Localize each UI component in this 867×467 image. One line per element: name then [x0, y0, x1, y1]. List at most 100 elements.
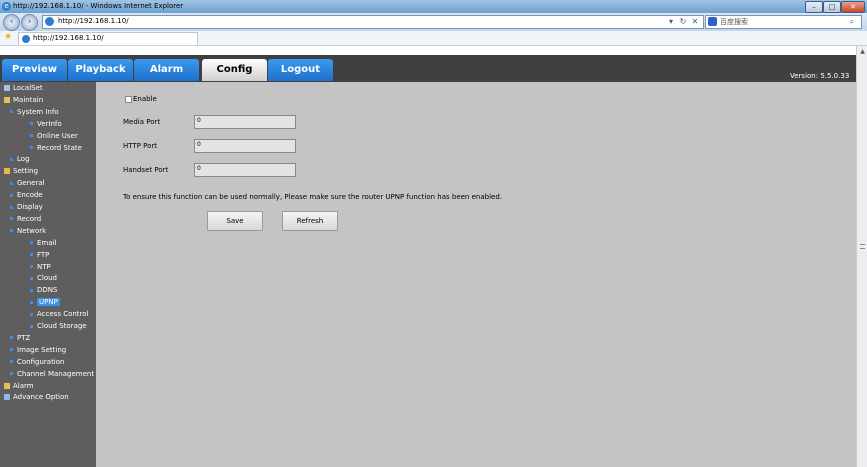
http-port-input[interactable]: 0	[194, 139, 296, 153]
enable-label: Enable	[133, 95, 157, 103]
sidebar-item-channel-management[interactable]: Channel Management	[10, 369, 94, 380]
sidebar-item-label: Access Control	[37, 310, 89, 319]
scroll-up-arrow-icon[interactable]: ▲	[857, 48, 867, 56]
search-input[interactable]: 百度搜索 ⌕	[705, 15, 862, 29]
sidebar-item-label: DDNS	[37, 286, 58, 295]
minimize-button[interactable]: –	[805, 1, 823, 13]
sidebar-item-label: FTP	[37, 250, 50, 259]
sidebar-item-label: Maintain	[13, 95, 44, 104]
save-button[interactable]: Save	[207, 211, 263, 231]
bullet-icon	[30, 324, 33, 328]
address-input[interactable]: http://192.168.1.10/ ▾ ↻ ✕	[42, 15, 704, 29]
bullet-icon	[10, 336, 13, 340]
tab-playback[interactable]: Playback	[68, 59, 133, 81]
bullet-icon	[10, 193, 13, 197]
bullet-icon	[30, 146, 33, 149]
maximize-button[interactable]: □	[823, 1, 841, 13]
enable-checkbox[interactable]	[125, 96, 132, 103]
sidebar-item-record-state[interactable]: Record State	[30, 143, 82, 154]
search-icon[interactable]: ⌕	[846, 16, 858, 28]
sidebar-item-cloud-storage[interactable]: Cloud Storage	[30, 321, 87, 332]
favorites-star-icon[interactable]: ★	[4, 32, 12, 42]
sidebar-item-online-user[interactable]: Online User	[30, 131, 78, 142]
sidebar-item-label: Network	[17, 226, 47, 235]
bullet-icon	[30, 122, 33, 126]
sidebar-item-maintain[interactable]: Maintain	[4, 95, 43, 106]
sidebar-item-label: Online User	[37, 131, 78, 140]
bullet-icon	[10, 217, 13, 221]
refresh-icon[interactable]: ↻	[677, 16, 689, 28]
wrench-icon	[4, 96, 10, 103]
sidebar-item-label: VerInfo	[37, 119, 62, 128]
sidebar-item-label: Channel Management	[17, 369, 95, 378]
sidebar-item-configuration[interactable]: Configuration	[10, 357, 64, 368]
sidebar-item-cloud[interactable]: Cloud	[30, 273, 57, 284]
sidebar-item-label: Cloud Storage	[37, 322, 87, 330]
scroll-thumb-grip[interactable]	[860, 244, 865, 249]
bullet-icon	[30, 241, 33, 245]
sidebar-item-general[interactable]: General	[10, 178, 45, 189]
bullet-icon	[10, 348, 13, 352]
sidebar-item-alarm[interactable]: Alarm	[4, 381, 34, 392]
browser-tab[interactable]: http://192.168.1.10/	[18, 32, 198, 45]
sidebar-item-label: Alarm	[13, 381, 34, 390]
sidebar-item-label: UPNP	[37, 298, 60, 307]
tools-icon	[4, 394, 10, 401]
sidebar-item-label: System Info	[17, 107, 59, 116]
tab-logout[interactable]: Logout	[268, 59, 333, 81]
sidebar-item-display[interactable]: Display	[10, 202, 43, 213]
forward-arrow-icon[interactable]: ›	[21, 14, 38, 31]
bullet-icon	[30, 312, 33, 316]
media-port-input[interactable]: 0	[194, 115, 296, 129]
sidebar-item-record[interactable]: Record	[10, 214, 41, 225]
bullet-icon	[30, 265, 33, 268]
sidebar-item-setting[interactable]: Setting	[4, 166, 38, 177]
bullet-icon	[30, 253, 33, 257]
favorites-bar: ★ http://192.168.1.10/	[0, 31, 867, 46]
bullet-icon	[30, 288, 33, 292]
sidebar-item-email[interactable]: Email	[30, 238, 56, 249]
sidebar-item-encode[interactable]: Encode	[10, 190, 43, 201]
sidebar-item-localset[interactable]: LocalSet	[4, 83, 43, 94]
page-scrollbar[interactable]: ▲	[856, 46, 867, 467]
monitor-icon	[4, 85, 10, 91]
close-window-button[interactable]: ✕	[841, 1, 865, 13]
sidebar-item-ftp[interactable]: FTP	[30, 250, 49, 261]
browser-tab-title: http://192.168.1.10/	[33, 34, 104, 42]
sidebar-item-ptz[interactable]: PTZ	[10, 333, 30, 344]
sidebar-item-upnp[interactable]: UPNP	[30, 297, 60, 308]
sidebar-item-access-control[interactable]: Access Control	[30, 309, 89, 320]
handset-port-label: Handset Port	[123, 166, 169, 174]
sidebar-item-label: Record	[17, 214, 42, 223]
sidebar-item-label: Cloud	[37, 274, 57, 283]
back-arrow-icon[interactable]: ‹	[3, 14, 20, 31]
sidebar-item-label: Email	[37, 238, 57, 247]
sidebar-item-system-info[interactable]: System Info	[10, 107, 59, 118]
refresh-button[interactable]: Refresh	[282, 211, 338, 231]
sidebar-item-log[interactable]: Log	[10, 154, 30, 165]
stop-icon[interactable]: ✕	[689, 16, 701, 28]
handset-port-input[interactable]: 0	[194, 163, 296, 177]
window-titlebar: e http://192.168.1.10/ - Windows Interne…	[0, 0, 867, 13]
sidebar-item-verinfo[interactable]: VerInfo	[30, 119, 62, 130]
sidebar-item-advance-option[interactable]: Advance Option	[4, 392, 69, 403]
sidebar-item-ddns[interactable]: DDNS	[30, 285, 57, 296]
dropdown-icon[interactable]: ▾	[665, 16, 677, 28]
sidebar-item-image-setting[interactable]: Image Setting	[10, 345, 66, 356]
bullet-icon	[10, 229, 13, 233]
sidebar-item-label: Display	[17, 203, 43, 211]
sidebar-item-label: PTZ	[17, 333, 31, 342]
tab-config[interactable]: Config	[202, 59, 267, 81]
sidebar-item-network[interactable]: Network	[10, 226, 46, 237]
tab-page-icon	[22, 35, 30, 43]
bullet-icon	[30, 300, 33, 304]
tab-alarm[interactable]: Alarm	[134, 59, 199, 81]
sidebar-item-label: Encode	[17, 191, 43, 200]
sidebar-item-label: Configuration	[17, 357, 65, 366]
upnp-notice-text: To ensure this function can be used norm…	[123, 193, 502, 201]
tab-preview[interactable]: Preview	[2, 59, 67, 81]
sidebar-item-label: Log	[17, 155, 30, 164]
sidebar-item-ntp[interactable]: NTP	[30, 262, 51, 273]
folder-icon	[4, 168, 10, 175]
media-port-label: Media Port	[123, 118, 161, 126]
